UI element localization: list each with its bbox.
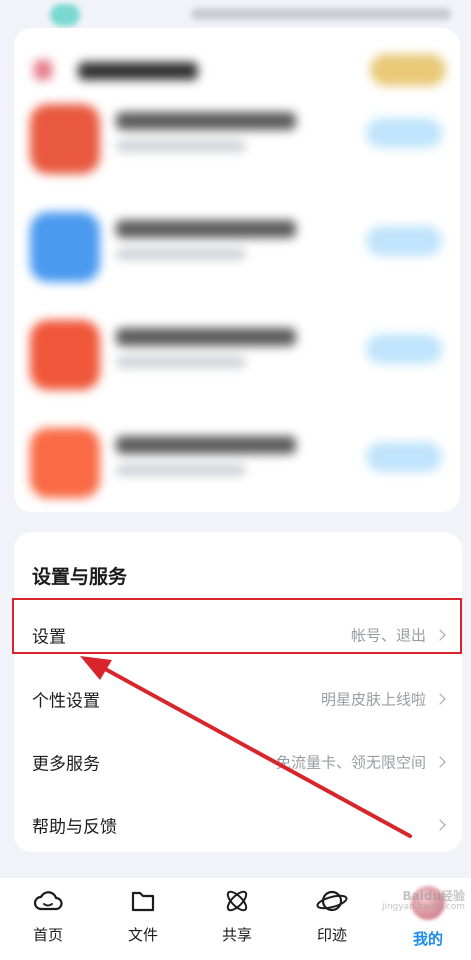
status-pill <box>50 4 80 26</box>
personalization-row-hint: 明星皮肤上线啦 <box>320 690 426 709</box>
personalization-row[interactable]: 个性设置 明星皮肤上线啦 <box>14 668 462 730</box>
cloud-icon <box>33 891 63 911</box>
settings-highlight-box <box>12 598 462 654</box>
app-icon <box>30 212 100 282</box>
share-icon <box>226 890 248 912</box>
settings-services-card: 设置与服务 设置 帐号、退出 个性设置 明星皮肤上线啦 更多服务 免流量卡、领无… <box>14 532 462 852</box>
status-icons <box>191 8 451 20</box>
tab-share[interactable]: 共享 <box>197 886 277 956</box>
app-title <box>116 112 296 130</box>
promo-header <box>30 50 450 90</box>
app-subtitle <box>116 464 246 476</box>
folder-icon <box>131 891 155 912</box>
chevron-right-icon <box>434 756 446 768</box>
app-action-button[interactable] <box>366 334 442 364</box>
help-feedback-row[interactable]: 帮助与反馈 <box>14 794 462 856</box>
status-bar <box>0 0 471 30</box>
planet-icon <box>316 890 348 912</box>
more-services-row-hint: 免流量卡、领无限空间 <box>275 753 426 772</box>
personalization-row-label: 个性设置 <box>32 691 100 712</box>
app-title <box>116 328 296 346</box>
promo-app-row[interactable] <box>26 202 446 302</box>
help-feedback-row-label: 帮助与反馈 <box>32 817 117 838</box>
promo-header-icon <box>34 60 52 80</box>
baidu-watermark: Baidu经验 jingyan.baidu.com <box>381 889 465 913</box>
app-subtitle <box>116 356 246 368</box>
app-action-button[interactable] <box>366 118 442 148</box>
tab-traces-label: 印迹 <box>316 926 347 944</box>
tab-mine-label: 我的 <box>412 930 443 948</box>
app-action-button[interactable] <box>366 442 442 472</box>
app-icon <box>30 320 100 390</box>
promo-header-button[interactable] <box>370 54 446 86</box>
watermark-url: jingyan.baidu.com <box>381 902 465 913</box>
chevron-right-icon <box>434 819 446 831</box>
promo-header-title <box>78 62 198 80</box>
app-subtitle <box>116 248 246 260</box>
more-services-row[interactable]: 更多服务 免流量卡、领无限空间 <box>14 731 462 793</box>
promo-card <box>14 28 460 512</box>
tab-home-label: 首页 <box>32 926 63 944</box>
tab-files[interactable]: 文件 <box>103 886 183 956</box>
promo-app-row[interactable] <box>26 310 446 410</box>
tab-home[interactable]: 首页 <box>8 886 88 956</box>
app-title <box>116 220 296 238</box>
tab-files-label: 文件 <box>127 926 158 944</box>
promo-app-row[interactable] <box>26 418 446 512</box>
app-subtitle <box>116 140 246 152</box>
app-title <box>116 436 296 454</box>
app-action-button[interactable] <box>366 226 442 256</box>
tab-traces[interactable]: 印迹 <box>292 886 372 956</box>
promo-app-row[interactable] <box>26 94 446 194</box>
app-icon <box>30 104 100 174</box>
section-title: 设置与服务 <box>32 566 128 588</box>
app-icon <box>30 428 100 498</box>
chevron-right-icon <box>434 693 446 705</box>
tab-share-label: 共享 <box>221 926 252 944</box>
more-services-row-label: 更多服务 <box>32 754 100 775</box>
